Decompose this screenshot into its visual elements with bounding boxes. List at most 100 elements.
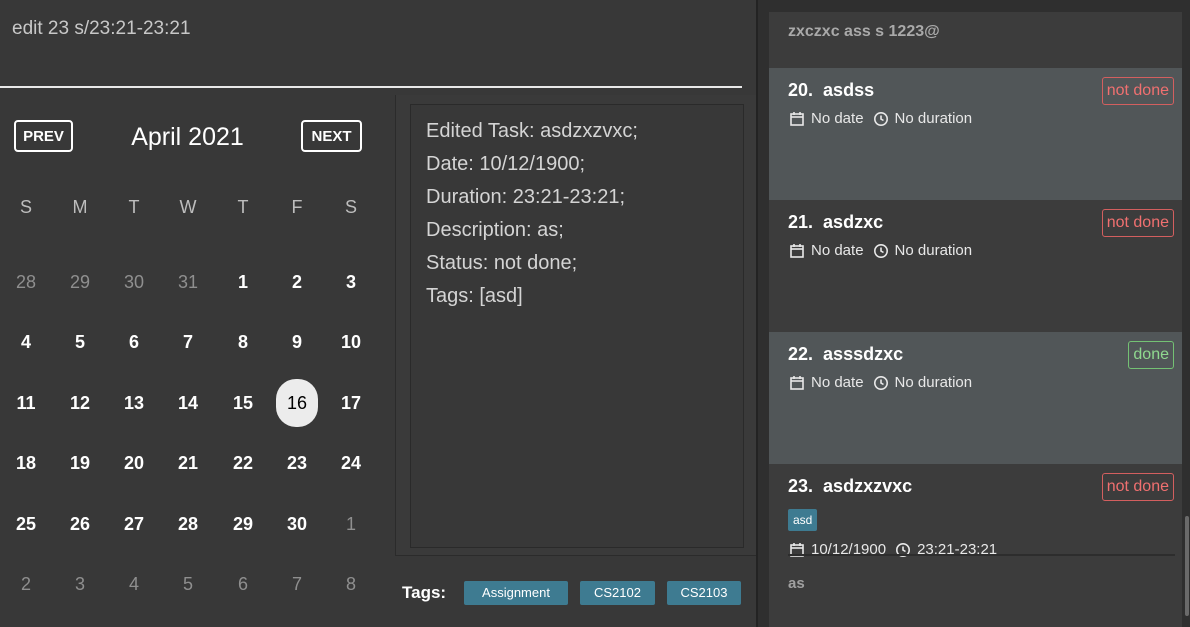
task-name: asdzxzvxc <box>823 476 913 496</box>
calendar-day[interactable]: 4 <box>5 318 47 366</box>
task-title: 22. asssdzxc <box>788 344 903 365</box>
calendar-day[interactable]: 4 <box>113 560 155 608</box>
calendar-day[interactable]: 11 <box>5 379 47 427</box>
prev-month-button[interactable]: PREV <box>14 120 73 152</box>
command-box[interactable]: edit 23 s/23:21-23:21 <box>0 0 756 95</box>
calendar-day[interactable]: 7 <box>276 560 318 608</box>
calendar-day[interactable]: 8 <box>222 318 264 366</box>
calendar-day[interactable]: 10 <box>330 318 372 366</box>
task-duration: No duration <box>894 374 973 391</box>
calendar-day-today[interactable]: 16 <box>276 379 318 427</box>
calendar-day[interactable]: 28 <box>167 500 209 548</box>
next-month-button[interactable]: NEXT <box>301 120 362 152</box>
result-line: Edited Task: asdzxzvxc; <box>426 120 638 142</box>
calendar-day[interactable]: 2 <box>276 258 318 306</box>
calendar-icon <box>790 243 804 258</box>
status-badge: done <box>1128 341 1174 369</box>
calendar-day[interactable]: 31 <box>167 258 209 306</box>
result-panel: Edited Task: asdzxzvxc; Date: 10/12/1900;… <box>395 95 756 555</box>
calendar-day[interactable]: 29 <box>59 258 101 306</box>
weekday-header: W <box>179 197 197 217</box>
task-duration: No duration <box>894 110 973 127</box>
task-list[interactable]: zxczxc ass s 1223@ 20. asdss not done No… <box>769 12 1182 627</box>
clock-icon <box>873 243 888 258</box>
calendar-day[interactable]: 25 <box>5 500 47 548</box>
result-line: Description: as; <box>426 219 564 241</box>
task-index: 21. <box>788 212 814 232</box>
calendar-day[interactable]: 1 <box>222 258 264 306</box>
status-badge: not done <box>1101 77 1174 105</box>
calendar-day[interactable]: 17 <box>330 379 372 427</box>
task-separator <box>788 554 1175 556</box>
task-list-header: zxczxc ass s 1223@ <box>788 23 940 40</box>
calendar-day[interactable]: 5 <box>59 318 101 366</box>
calendar-day[interactable]: 18 <box>5 439 47 487</box>
calendar-day[interactable]: 26 <box>59 500 101 548</box>
task-description: as <box>788 575 805 592</box>
calendar-day[interactable]: 15 <box>222 379 264 427</box>
result-line: Status: not done; <box>426 252 578 274</box>
calendar-day[interactable]: 12 <box>59 379 101 427</box>
task-title: 21. asdzxc <box>788 212 883 233</box>
calendar-day[interactable]: 21 <box>167 439 209 487</box>
result-line: Tags: [asd] <box>426 285 523 307</box>
tags-bar: Tags: Assignment CS2102 CS2103 <box>395 555 756 627</box>
calendar-day[interactable]: 19 <box>59 439 101 487</box>
calendar-day[interactable]: 1 <box>330 500 372 548</box>
task-meta: No date No duration <box>789 374 972 391</box>
calendar-day[interactable]: 5 <box>167 560 209 608</box>
command-input[interactable]: edit 23 s/23:21-23:21 <box>12 18 191 40</box>
tag-cs2103[interactable]: CS2103 <box>667 581 741 605</box>
calendar-day[interactable]: 20 <box>113 439 155 487</box>
calendar-day[interactable]: 30 <box>113 258 155 306</box>
calendar-day[interactable]: 24 <box>330 439 372 487</box>
task-name: asdzxc <box>823 212 884 232</box>
status-badge: not done <box>1101 209 1174 237</box>
calendar-icon <box>790 111 804 126</box>
task-card[interactable]: 22. asssdzxc done No date No duration <box>769 332 1182 464</box>
calendar-day[interactable]: 6 <box>222 560 264 608</box>
calendar-day[interactable]: 6 <box>113 318 155 366</box>
weekday-header: S <box>344 197 357 217</box>
weekday-header: F <box>291 197 303 217</box>
calendar-day[interactable]: 9 <box>276 318 318 366</box>
calendar-day[interactable]: 7 <box>167 318 209 366</box>
calendar-day[interactable]: 28 <box>5 258 47 306</box>
calendar-day[interactable]: 8 <box>330 560 372 608</box>
tag-assignment[interactable]: Assignment <box>464 581 568 605</box>
task-card[interactable]: 21. asdzxc not done No date No duration <box>769 200 1182 332</box>
calendar-icon <box>790 375 804 390</box>
status-badge: not done <box>1101 473 1174 501</box>
calendar-day[interactable]: 22 <box>222 439 264 487</box>
task-list-panel: zxczxc ass s 1223@ 20. asdss not done No… <box>758 0 1190 627</box>
task-title: 20. asdss <box>788 80 874 101</box>
task-index: 22. <box>788 344 814 364</box>
calendar-day[interactable]: 23 <box>276 439 318 487</box>
task-name: asdss <box>823 80 875 100</box>
weekday-header: T <box>237 197 249 217</box>
calendar-day[interactable]: 3 <box>59 560 101 608</box>
task-meta: No date No duration <box>789 110 972 127</box>
task-card[interactable]: 23. asdzxzvxc not done asd 10/12/1900 23… <box>769 464 1182 627</box>
calendar-day[interactable]: 3 <box>330 258 372 306</box>
task-title: 23. asdzxzvxc <box>788 476 912 497</box>
task-card[interactable]: 20. asdss not done No date No duration <box>769 68 1182 200</box>
weekday-header: T <box>128 197 140 217</box>
task-date: No date <box>811 110 864 127</box>
task-date: No date <box>811 242 864 259</box>
weekday-header: S <box>19 197 32 217</box>
calendar-day[interactable]: 2 <box>5 560 47 608</box>
calendar-day[interactable]: 14 <box>167 379 209 427</box>
calendar-day[interactable]: 29 <box>222 500 264 548</box>
result-display: Edited Task: asdzxzvxc; Date: 10/12/1900;… <box>410 104 744 548</box>
tag-cs2102[interactable]: CS2102 <box>580 581 655 605</box>
calendar-day[interactable]: 27 <box>113 500 155 548</box>
result-line: Date: 10/12/1900; <box>426 153 586 175</box>
weekday-header: M <box>72 197 88 217</box>
task-index: 20. <box>788 80 814 100</box>
task-list-scrollbar[interactable] <box>1185 516 1189 616</box>
result-line: Duration: 23:21-23:21; <box>426 186 626 208</box>
task-index: 23. <box>788 476 814 496</box>
calendar-day[interactable]: 13 <box>113 379 155 427</box>
calendar-day[interactable]: 30 <box>276 500 318 548</box>
